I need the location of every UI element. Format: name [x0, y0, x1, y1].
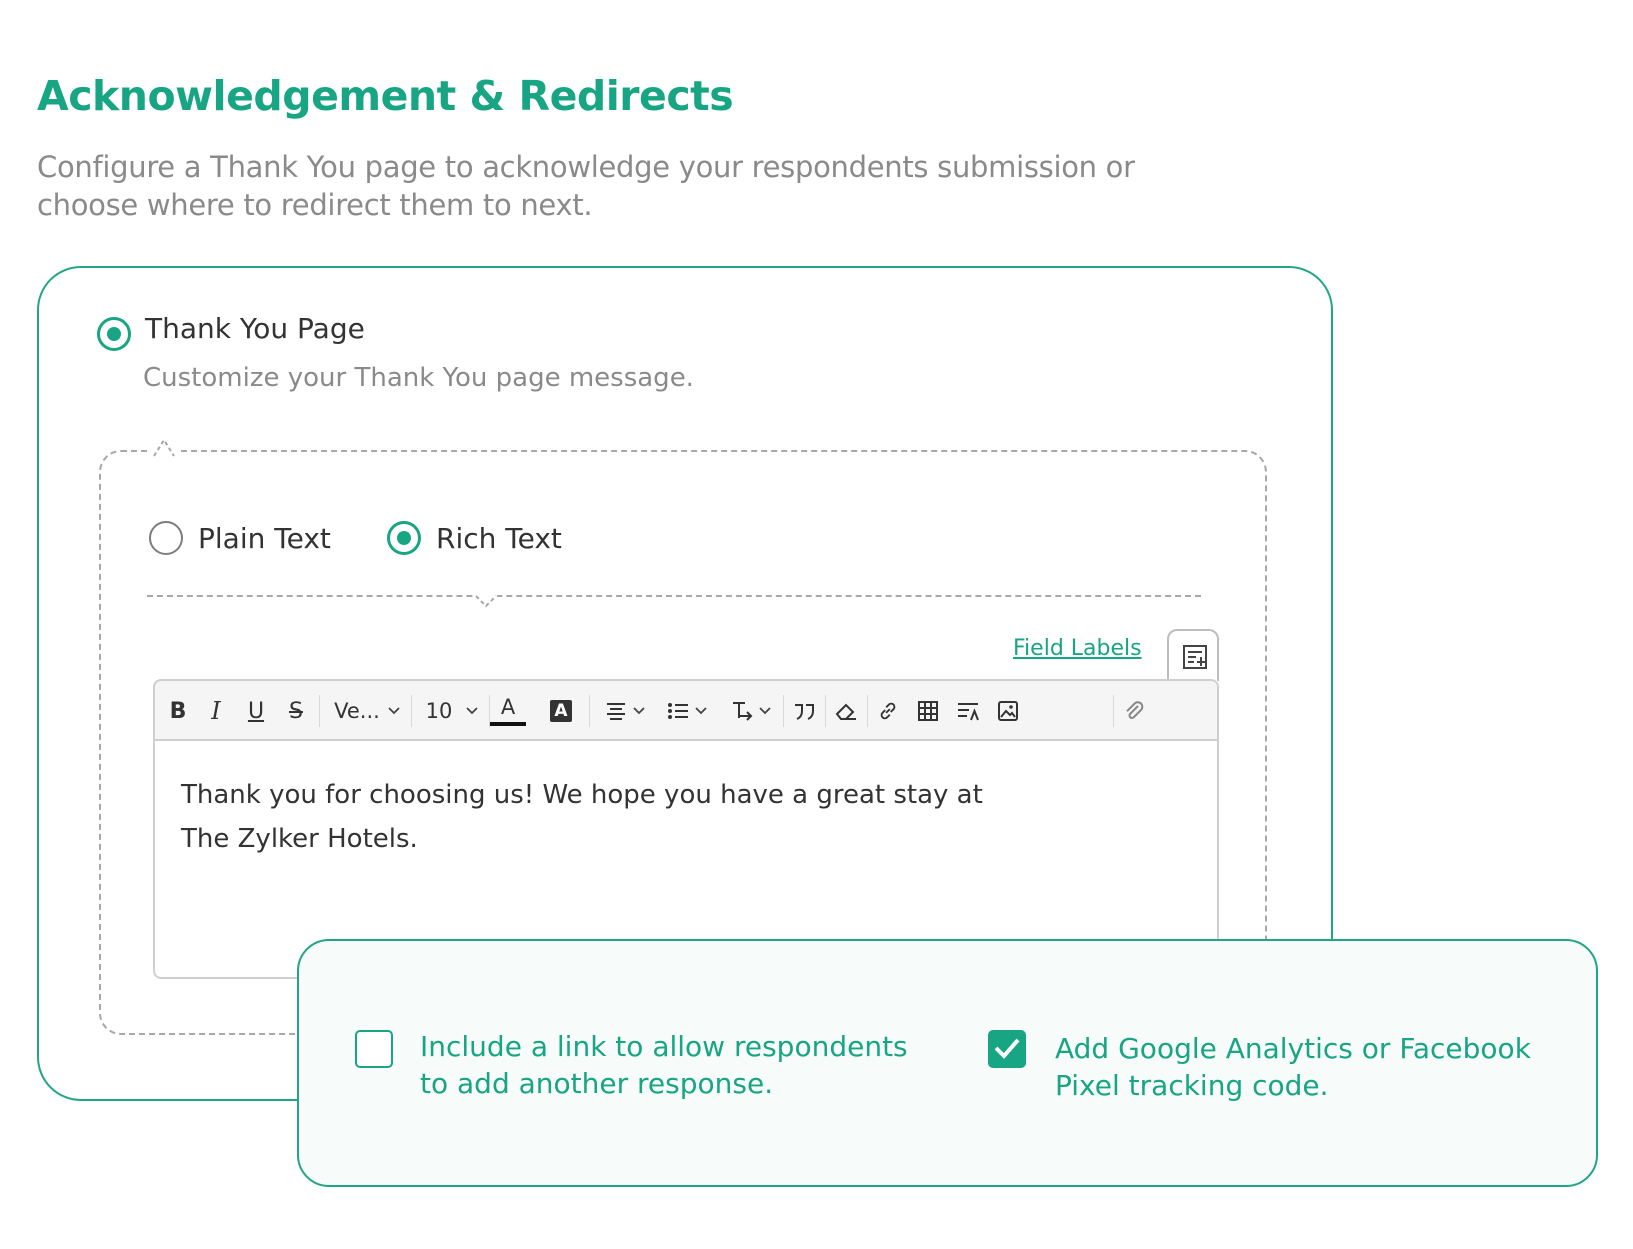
table-icon: [918, 701, 938, 721]
rich-text-label[interactable]: Rich Text: [436, 522, 562, 555]
eraser-icon: [835, 703, 856, 720]
text-color-button[interactable]: A: [490, 693, 526, 729]
add-another-response-label[interactable]: Include a link to allow respondents to a…: [420, 1028, 940, 1102]
bold-button[interactable]: B: [167, 693, 189, 729]
response-options-card: Include a link to allow respondents to a…: [297, 939, 1598, 1187]
editor-content[interactable]: Thank you for choosing us! We hope you h…: [181, 773, 1031, 861]
thank-you-page-label[interactable]: Thank You Page: [145, 312, 365, 345]
text-direction-dropdown[interactable]: [727, 693, 775, 729]
align-dropdown[interactable]: [601, 693, 649, 729]
quote-button[interactable]: [791, 693, 819, 729]
table-button[interactable]: [915, 693, 941, 729]
clear-format-button[interactable]: [833, 693, 859, 729]
link-button[interactable]: [875, 693, 901, 729]
editor-toolbar: B I U S Ve... 10 A A: [155, 681, 1217, 741]
field-labels-link[interactable]: Field Labels: [1013, 636, 1142, 661]
chevron-down-icon: [759, 707, 771, 715]
link-icon: [880, 702, 896, 720]
toolbar-separator: [867, 695, 868, 727]
tracking-code-label[interactable]: Add Google Analytics or Facebook Pixel t…: [1055, 1030, 1575, 1104]
line-spacing-button[interactable]: [955, 693, 981, 729]
toolbar-separator: [825, 695, 826, 727]
page-title: Acknowledgement & Redirects: [37, 72, 734, 120]
checkmark-icon: [994, 1038, 1020, 1059]
font-size-dropdown[interactable]: 10: [423, 693, 481, 729]
text-color-letter: A: [500, 695, 516, 719]
chevron-down-icon: [633, 707, 645, 715]
format-divider: [147, 595, 1201, 597]
chevron-down-icon: [466, 707, 478, 715]
thank-you-page-radio[interactable]: [97, 317, 131, 351]
toolbar-separator: [411, 695, 412, 727]
text-direction-icon: [733, 702, 753, 721]
page-subtitle: Configure a Thank You page to acknowledg…: [37, 150, 1135, 222]
divider-notch: [475, 594, 497, 608]
insert-field-button[interactable]: [1167, 629, 1219, 681]
attachment-icon: [1126, 701, 1144, 719]
align-icon: [607, 703, 625, 720]
attachment-button[interactable]: [1121, 693, 1147, 729]
chevron-down-icon: [695, 707, 707, 715]
text-color-swatch: [490, 722, 526, 726]
font-family-value: Ve...: [334, 699, 380, 723]
line-spacing-icon: [958, 703, 979, 721]
strikethrough-button[interactable]: S: [285, 693, 307, 729]
font-size-value: 10: [425, 699, 453, 723]
quote-icon: [795, 704, 814, 720]
tracking-code-checkbox[interactable]: [988, 1030, 1026, 1068]
plain-text-radio[interactable]: [149, 521, 183, 555]
plain-text-label[interactable]: Plain Text: [198, 522, 331, 555]
thank-you-page-description: Customize your Thank You page message.: [143, 363, 694, 393]
rich-text-editor[interactable]: B I U S Ve... 10 A A Thank you for choos…: [153, 679, 1219, 979]
list-icon: [668, 703, 688, 719]
image-icon: [998, 701, 1018, 721]
rich-text-radio[interactable]: [387, 521, 421, 555]
highlight-button[interactable]: A: [549, 693, 573, 729]
add-another-response-checkbox[interactable]: [355, 1030, 393, 1068]
panel-notch: [153, 438, 175, 457]
toolbar-separator: [319, 695, 320, 727]
highlight-icon: A: [550, 700, 572, 722]
image-button[interactable]: [995, 693, 1021, 729]
underline-button[interactable]: U: [245, 693, 267, 729]
toolbar-separator: [783, 695, 784, 727]
toolbar-separator: [1113, 695, 1114, 727]
chevron-down-icon: [388, 707, 400, 715]
font-family-dropdown[interactable]: Ve...: [331, 693, 403, 729]
italic-button[interactable]: I: [205, 693, 227, 729]
list-dropdown[interactable]: [663, 693, 711, 729]
toolbar-separator: [589, 695, 590, 727]
insert-field-icon: [1183, 645, 1207, 669]
